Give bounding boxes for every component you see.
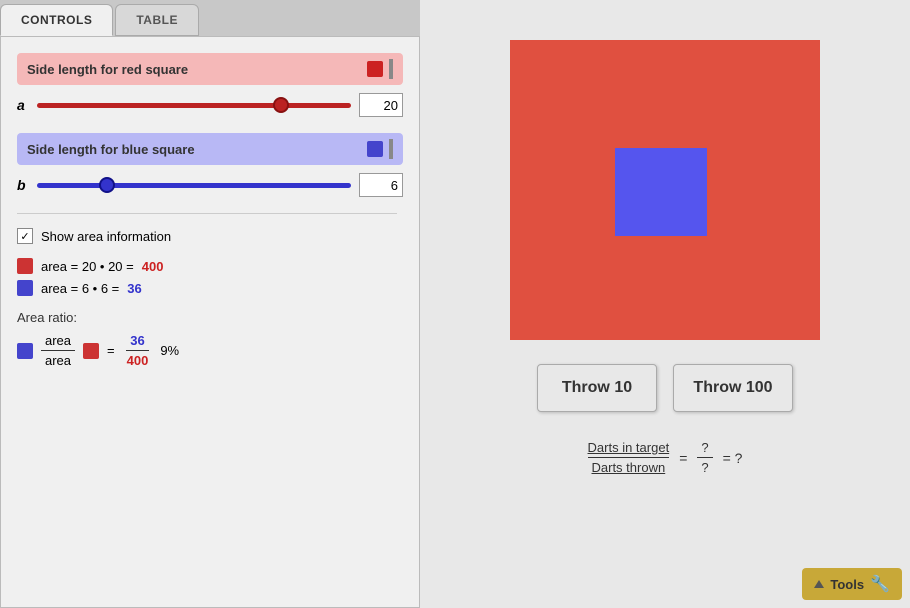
blue-color-icon xyxy=(367,141,383,157)
red-area-row: area = 20 • 20 = 400 xyxy=(17,258,403,274)
tools-triangle-icon xyxy=(814,580,824,588)
area-ratio-section: Area ratio: area area = 36 400 9% xyxy=(17,310,403,368)
tab-controls[interactable]: CONTROLS xyxy=(0,4,113,36)
red-slider-row: a 20 xyxy=(17,93,403,117)
fraction-blue-icon xyxy=(17,343,33,359)
simulation-canvas xyxy=(510,40,820,340)
red-area-expr: area = 20 • 20 = xyxy=(41,259,134,274)
tab-controls-label: CONTROLS xyxy=(21,13,92,27)
right-panel: Throw 10 Throw 100 Darts in target Darts… xyxy=(420,0,910,608)
tools-label: Tools xyxy=(830,577,864,592)
red-area-value: 400 xyxy=(142,259,164,274)
fraction-numerator-label: area xyxy=(41,333,75,351)
blue-slider-label-bar: Side length for blue square xyxy=(17,133,403,165)
tools-button[interactable]: Tools 🔧 xyxy=(802,568,902,600)
area-value-fraction: 36 400 xyxy=(123,333,153,368)
darts-label-bottom: Darts thrown xyxy=(592,458,666,475)
darts-equals-1: = xyxy=(679,450,687,466)
red-area-icon xyxy=(17,258,33,274)
tab-table[interactable]: TABLE xyxy=(115,4,199,36)
blue-square xyxy=(615,148,707,236)
red-slider-label-text: Side length for red square xyxy=(27,62,188,77)
throw-100-button[interactable]: Throw 100 xyxy=(673,364,793,412)
blue-area-icon xyxy=(17,280,33,296)
blue-slider-row: b 6 xyxy=(17,173,403,197)
blue-slider-section: Side length for blue square b 6 xyxy=(17,133,403,197)
area-fraction: area area xyxy=(41,333,75,368)
throw-10-label: Throw 10 xyxy=(562,379,632,396)
show-area-checkbox[interactable]: ✓ xyxy=(17,228,33,244)
throw-10-button[interactable]: Throw 10 xyxy=(537,364,657,412)
fraction-row: area area = 36 400 9% xyxy=(17,333,403,368)
darts-numerator: ? xyxy=(697,440,712,458)
red-slider-value: 20 xyxy=(359,93,403,117)
throw-100-label: Throw 100 xyxy=(693,379,772,396)
darts-label-fraction: Darts in target Darts thrown xyxy=(588,440,670,475)
darts-fraction-row: Darts in target Darts thrown = ? ? = ? xyxy=(588,440,743,475)
throw-buttons-row: Throw 10 Throw 100 xyxy=(537,364,793,412)
red-slider-input[interactable] xyxy=(37,103,351,108)
blue-area-expr: area = 6 • 6 = xyxy=(41,281,119,296)
blue-label-bar xyxy=(389,139,393,159)
divider xyxy=(17,213,397,214)
darts-denominator: ? xyxy=(697,458,712,475)
blue-slider-var: b xyxy=(17,177,29,193)
tab-table-label: TABLE xyxy=(136,13,178,27)
equals-sign: = xyxy=(107,343,115,358)
blue-slider-input[interactable] xyxy=(37,183,351,188)
checkbox-label: Show area information xyxy=(41,229,171,244)
percent-value: 9% xyxy=(160,343,179,358)
tools-wrench-icon: 🔧 xyxy=(870,574,890,594)
left-panel: Side length for red square a 20 Side len… xyxy=(0,36,420,608)
red-slider-label-bar: Side length for red square xyxy=(17,53,403,85)
blue-area-value: 36 xyxy=(127,281,141,296)
blue-slider-value: 6 xyxy=(359,173,403,197)
fraction-red-icon xyxy=(83,343,99,359)
red-slider-var: a xyxy=(17,97,29,113)
blue-area-row: area = 6 • 6 = 36 xyxy=(17,280,403,296)
tab-bar: CONTROLS TABLE xyxy=(0,0,420,36)
darts-result: = ? xyxy=(723,450,743,466)
fraction-denominator-label: area xyxy=(41,351,75,368)
red-label-bar xyxy=(389,59,393,79)
fraction-denominator-value: 400 xyxy=(123,351,153,368)
area-info: area = 20 • 20 = 400 area = 6 • 6 = 36 xyxy=(17,258,403,296)
red-slider-section: Side length for red square a 20 xyxy=(17,53,403,117)
blue-slider-label-text: Side length for blue square xyxy=(27,142,195,157)
darts-label-top: Darts in target xyxy=(588,440,670,458)
area-ratio-label: Area ratio: xyxy=(17,310,403,325)
fraction-numerator-value: 36 xyxy=(126,333,148,351)
darts-value-fraction: ? ? xyxy=(697,440,712,475)
checkbox-row: ✓ Show area information xyxy=(17,228,403,244)
red-color-icon xyxy=(367,61,383,77)
